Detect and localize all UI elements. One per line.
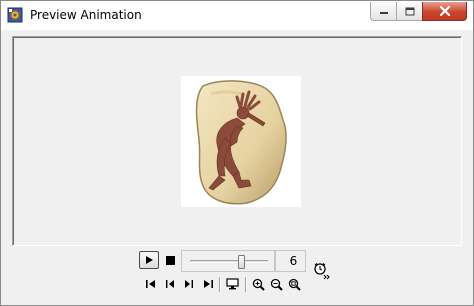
monitor-icon	[225, 278, 239, 290]
preview-image	[181, 76, 301, 207]
monitor-button[interactable]	[224, 276, 240, 292]
title-bar[interactable]: Preview Animation	[1, 1, 473, 30]
maximize-button[interactable]	[396, 2, 422, 21]
play-button[interactable]	[139, 251, 159, 269]
stop-button[interactable]	[164, 254, 176, 266]
maximize-icon	[405, 7, 414, 15]
next-frame-icon	[185, 280, 193, 288]
zoom-out-button[interactable]	[268, 276, 284, 292]
zoom-in-button[interactable]	[250, 276, 266, 292]
playback-controls: 6	[9, 248, 465, 280]
close-button[interactable]	[422, 2, 467, 21]
zoom-fit-button[interactable]	[286, 276, 302, 292]
frame-slider[interactable]	[181, 250, 275, 272]
play-icon	[146, 256, 153, 264]
slider-thumb[interactable]	[237, 255, 245, 269]
slider-track	[190, 260, 268, 263]
navigation-toolbar	[9, 274, 465, 296]
close-icon	[439, 6, 450, 16]
zoom-fit-icon	[288, 278, 301, 291]
app-icon[interactable]	[7, 7, 23, 23]
preview-panel	[12, 36, 462, 246]
kokopelli-stone-image	[195, 80, 287, 205]
next-frame-button[interactable]	[181, 276, 197, 292]
stop-icon	[165, 255, 175, 265]
minimize-icon	[379, 12, 388, 14]
toolbar-separator	[245, 277, 246, 292]
toolbar-separator	[219, 277, 220, 292]
zoom-in-icon	[252, 278, 265, 291]
minimize-button[interactable]	[370, 2, 396, 21]
client-area: 6	[9, 31, 465, 301]
last-frame-button[interactable]	[200, 276, 216, 292]
last-frame-icon	[204, 280, 213, 288]
previous-frame-icon	[166, 280, 174, 288]
preview-animation-window: Preview Animation 6	[0, 0, 474, 306]
window-title: Preview Animation	[30, 8, 142, 22]
frame-number-field[interactable]: 6	[275, 250, 306, 272]
zoom-out-icon	[270, 278, 283, 291]
previous-frame-button[interactable]	[162, 276, 178, 292]
first-frame-icon	[146, 280, 155, 288]
caption-buttons	[370, 2, 467, 22]
first-frame-button[interactable]	[143, 276, 159, 292]
